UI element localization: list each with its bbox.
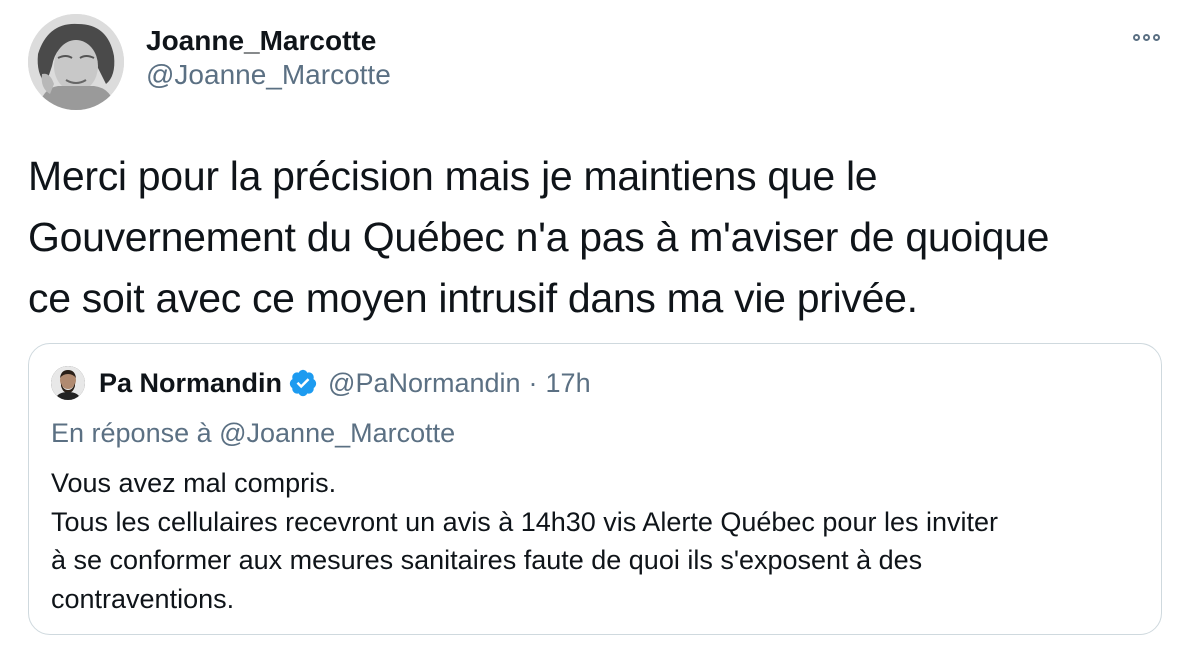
quoted-tweet-text: Vous avez mal compris. Tous les cellulai… (51, 468, 998, 614)
dot-icon (1133, 34, 1140, 41)
tweet-text: Merci pour la précision mais je maintien… (28, 153, 1050, 321)
quoted-tweet-time[interactable]: 17h (546, 368, 591, 399)
quoted-tweet-header: Pa Normandin @PaNormandin · 17h (51, 366, 591, 400)
reply-context: En réponse à @Joanne_Marcotte (51, 418, 456, 448)
verified-badge-icon (289, 369, 317, 397)
quoted-author-avatar[interactable] (51, 366, 85, 400)
tweet-header: Joanne_Marcotte @Joanne_Marcotte (28, 14, 391, 110)
dot-icon (1143, 34, 1150, 41)
author-handle[interactable]: @Joanne_Marcotte (146, 58, 391, 92)
separator-dot: · (528, 367, 538, 398)
author-avatar[interactable] (28, 14, 124, 110)
quoted-author-handle[interactable]: @PaNormandin (328, 368, 521, 399)
author-names: Joanne_Marcotte @Joanne_Marcotte (146, 24, 391, 92)
quoted-author-display-name[interactable]: Pa Normandin (99, 368, 282, 399)
more-options-icon[interactable] (1133, 34, 1160, 41)
quoted-tweet[interactable]: Pa Normandin @PaNormandin · 17h En répon… (28, 343, 1162, 635)
tweet-card: Joanne_Marcotte @Joanne_Marcotte Merci p… (0, 0, 1198, 654)
author-display-name[interactable]: Joanne_Marcotte (146, 24, 391, 58)
dot-icon (1153, 34, 1160, 41)
